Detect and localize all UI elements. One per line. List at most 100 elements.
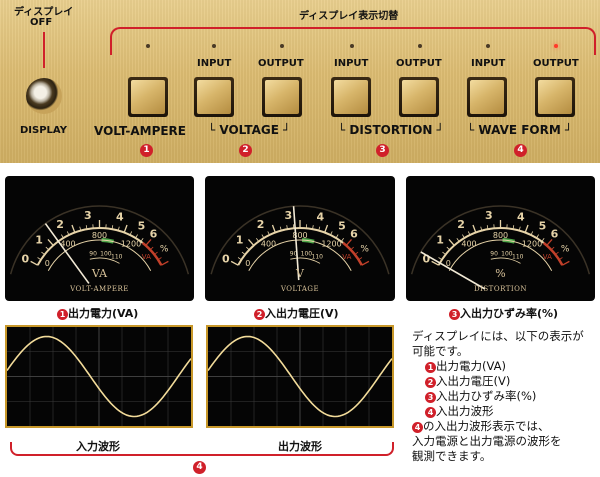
dial-tick <box>562 260 570 266</box>
waveform-input-label: INPUT <box>471 58 506 69</box>
voltage-output-button[interactable] <box>262 77 302 117</box>
item-number: 3 <box>425 392 436 403</box>
description-item-3: 3 入出力ひずみ率(%) <box>425 388 536 404</box>
description-line-2: 可能です。 <box>412 344 469 358</box>
dial-mid-tick-label: 800 <box>92 231 107 240</box>
dial-upper-tick-label: 6 <box>150 228 158 241</box>
caption-text: 入出力電圧(V) <box>265 307 339 320</box>
scope-input-waveform <box>5 325 193 428</box>
group-title-voltage: └ VOLTAGE ┘ <box>208 123 291 137</box>
dial-lower-tick-label: 110 <box>512 253 524 260</box>
dial-tick <box>324 224 329 233</box>
item-number: 4 <box>425 407 436 418</box>
caption-number: 1 <box>57 309 68 320</box>
volt-ampere-button[interactable] <box>128 77 168 117</box>
dial-upper-tick-label: 2 <box>457 218 465 231</box>
description-item-2: 2 入出力電圧(V) <box>425 373 510 389</box>
voltage-output-label: OUTPUT <box>258 58 304 69</box>
distortion-output-label: OUTPUT <box>396 58 442 69</box>
dial-tick <box>350 246 354 251</box>
dial-upper-tick-label: 5 <box>138 219 146 232</box>
dial-needle <box>44 223 90 284</box>
display-label: DISPLAY <box>20 125 67 136</box>
dial-mid-unit: VA <box>543 253 552 261</box>
meter-volt-ampere: 0 1 2 3 4 5 6% 0 400 800 1200 VA 90 100 110 VA VOLT-AM… <box>5 176 194 301</box>
group-number-3: 3 <box>376 144 389 157</box>
meter-voltage-dial: 0123 456%04008001200VA90 100 110 V VOLTAGE <box>210 205 390 293</box>
dial-mid-tick-label: 0 <box>45 259 50 268</box>
description-line-1: ディスプレイには、以下の表示が <box>412 329 584 343</box>
group-title-voltage-text: VOLTAGE <box>219 123 279 137</box>
caption-text: 入出力ひずみ率(%) <box>460 307 559 320</box>
dial-upper-tick-label: 2 <box>257 218 265 231</box>
item-number: 1 <box>425 362 436 373</box>
meter-unit: % <box>495 267 505 280</box>
meter-unit: VA <box>91 267 108 280</box>
dial-tick <box>442 251 446 255</box>
meter-caption-distortion: 3 入出力ひずみ率(%) <box>449 305 558 321</box>
dial-mid-tick-label: 400 <box>461 239 476 248</box>
caption-number: 2 <box>254 309 265 320</box>
dial-mid-tick-label: 400 <box>261 239 276 248</box>
display-off-pointer-line <box>43 32 45 68</box>
dial-upper-tick-label: 5 <box>539 219 547 232</box>
led-distortion-output <box>418 44 422 48</box>
group-number-4: 4 <box>514 144 527 157</box>
description-note-line-3: 観測できます。 <box>412 449 492 463</box>
meter-name: VOLTAGE <box>280 285 319 293</box>
item-text: 入出力波形 <box>436 404 494 418</box>
dial-tick <box>247 239 255 246</box>
distortion-input-button[interactable] <box>331 77 371 117</box>
dial-tick <box>161 260 169 266</box>
scope-output-waveform <box>206 325 394 428</box>
meter-distortion: 0 1 2 3 4 5 6% 0 400 800 1200 VA 90 100 110 % DISTORTI… <box>406 176 595 301</box>
dial-percent-label: % <box>160 245 169 255</box>
meter-name: VOLT-AMPERE <box>69 285 129 293</box>
dial-mid-tick-label: 1200 <box>321 239 341 248</box>
display-off-knob[interactable] <box>26 78 62 114</box>
dial-mid-tick-label: 0 <box>245 259 250 268</box>
distortion-output-button[interactable] <box>399 77 439 117</box>
dial-upper-tick-label: 1 <box>236 234 244 247</box>
dial-upper-tick-label: 3 <box>284 209 292 222</box>
group-title-distortion: └ DISTORTION ┘ <box>338 123 444 137</box>
led-waveform-output <box>554 44 558 48</box>
dial-tick <box>456 238 460 242</box>
dial-needle <box>420 251 486 290</box>
meter-distortion-dial: 0123 456%04008001200VA90 100 110 % DISTORTI… <box>410 205 591 293</box>
dial-lower-tick-label: 110 <box>111 253 123 260</box>
group-number-2: 2 <box>239 144 252 157</box>
item-text: 入出力電圧(V) <box>436 374 511 388</box>
led-distortion-input <box>350 44 354 48</box>
group-title-distortion-text: DISTORTION <box>349 123 433 137</box>
display-switch-bracket <box>110 27 596 55</box>
dial-upper-tick-label: 6 <box>551 228 559 241</box>
meter-voltage: 0 1 2 3 4 5 6% 0 400 800 1200 VA 90 100 110 V VOLTAGE <box>205 176 395 301</box>
description-note-line-1: 4 の入出力波形表示では、 <box>412 418 550 434</box>
display-switch-title: ディスプレイ表示切替 <box>299 11 399 22</box>
dial-upper-tick-label: 4 <box>116 210 124 223</box>
scope-group-number: 4 <box>193 461 206 474</box>
scope-bracket <box>10 442 394 456</box>
dial-percent-label: % <box>561 245 570 255</box>
dial-tick <box>246 246 250 251</box>
dial-tick <box>271 224 276 233</box>
group-title-waveform: └ WAVE FORM ┘ <box>467 123 573 137</box>
waveform-output-label: OUTPUT <box>533 58 579 69</box>
note-number: 4 <box>412 422 423 433</box>
group-title-waveform-text: WAVE FORM <box>478 123 561 137</box>
led-voltage-output <box>280 44 284 48</box>
waveform-input-button[interactable] <box>467 77 507 117</box>
dial-tick <box>241 251 246 255</box>
control-panel: ディスプレイ OFF DISPLAY ディスプレイ表示切替 INPUT OUTP… <box>0 0 600 163</box>
dial-upper-tick-label: 0 <box>222 253 230 266</box>
meter-unit: V <box>295 267 305 280</box>
voltage-input-button[interactable] <box>194 77 234 117</box>
meter-name: DISTORTION <box>474 285 527 293</box>
waveform-output-button[interactable] <box>535 77 575 117</box>
dial-tick <box>71 224 76 233</box>
description-note-line-2: 入力電源と出力電源の波形を <box>412 434 562 448</box>
caption-text: 出力電力(VA) <box>68 307 139 320</box>
dial-tick <box>472 224 477 233</box>
dial-upper-tick-label: 1 <box>436 234 444 247</box>
